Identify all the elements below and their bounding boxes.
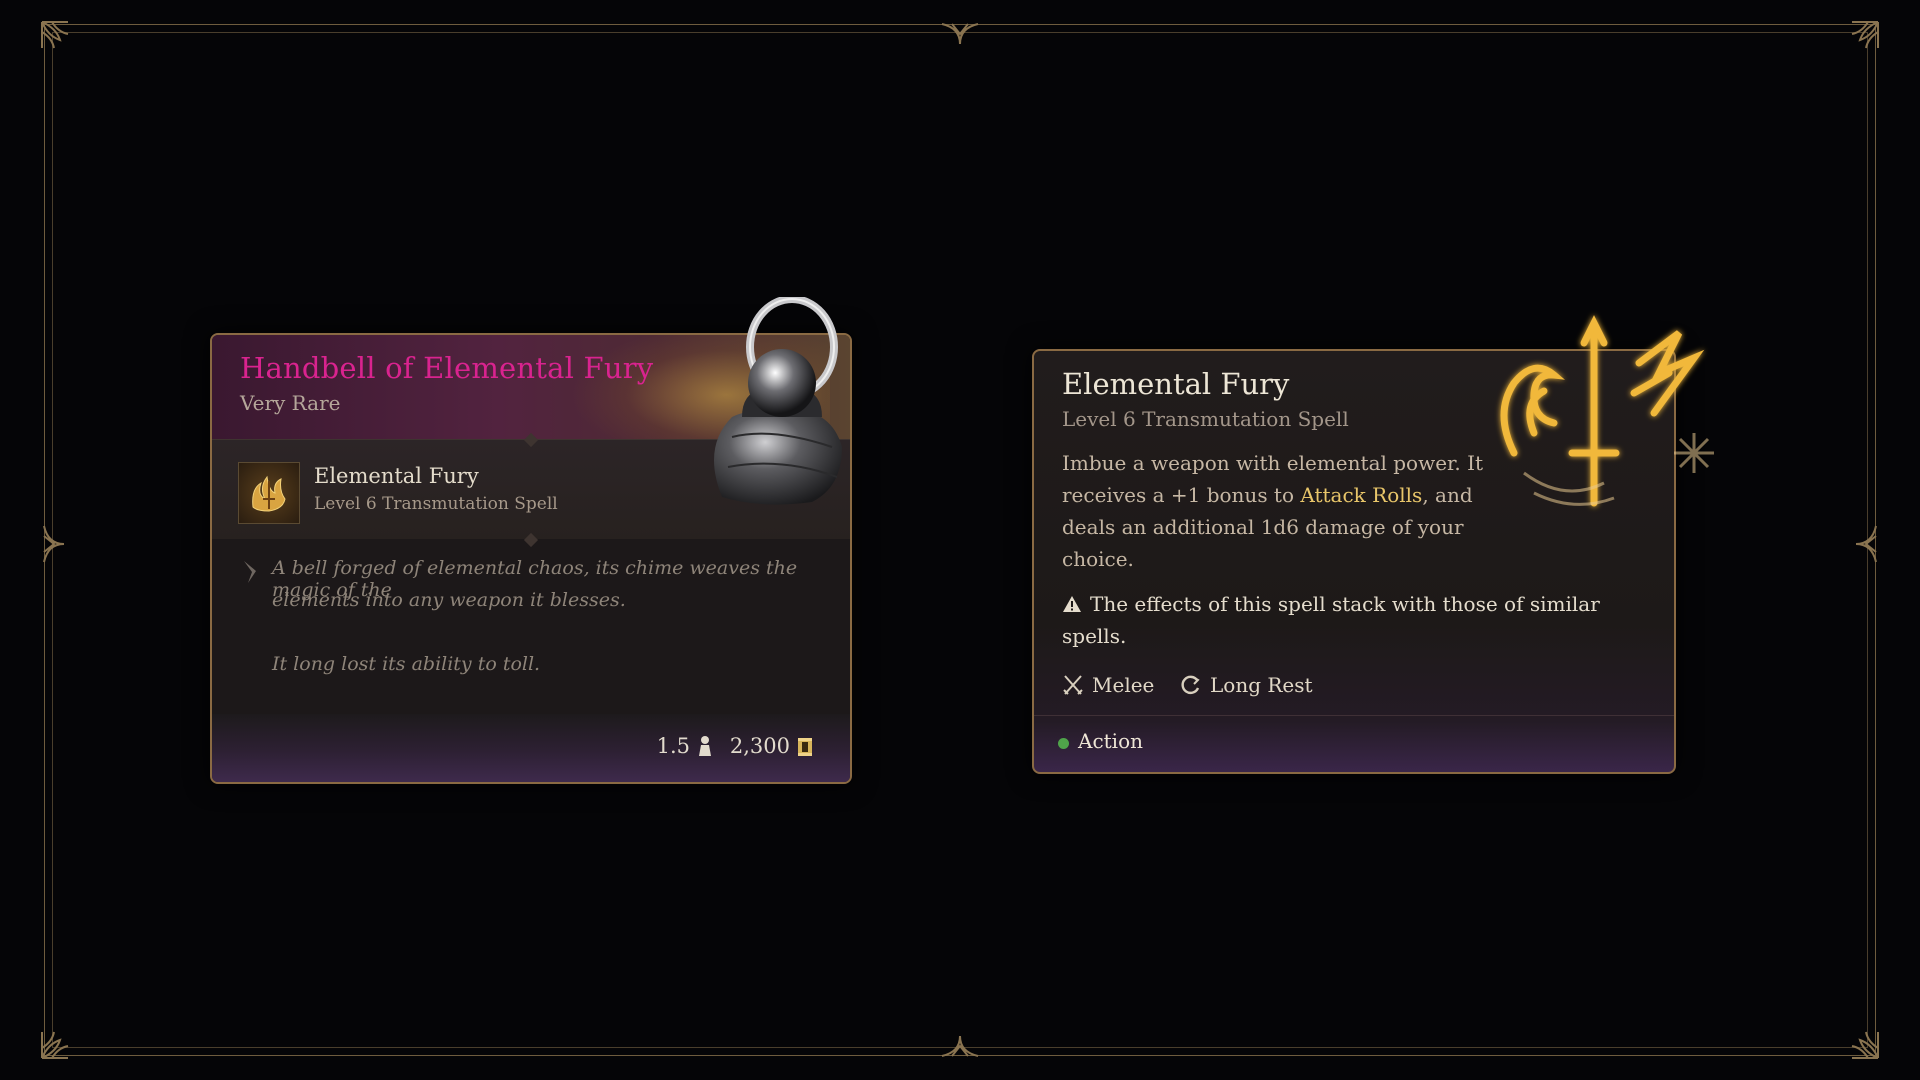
stacking-warning-text: The effects of this spell stack with tho… [1090, 592, 1600, 616]
long-rest-label: Long Rest [1210, 673, 1313, 697]
spell-description-text: receives a +1 bonus to [1062, 483, 1301, 507]
frame-corner-ornament-icon [1826, 18, 1882, 74]
frame-top-ornament-icon [940, 20, 980, 48]
spell-description-text: , and [1422, 483, 1473, 507]
granted-spell-name: Elemental Fury [314, 464, 479, 488]
melee-label: Melee [1092, 673, 1155, 697]
spell-subtitle: Level 6 Transmutation Spell [1062, 407, 1349, 431]
melee-tag: Melee [1062, 673, 1154, 697]
warning-icon [1062, 594, 1082, 612]
stacking-warning: The effects of this spell stack with tho… [1062, 592, 1600, 616]
granted-spell-level: Level 6 Transmutation Spell [314, 494, 558, 514]
spell-cost-footer: Action [1034, 715, 1674, 772]
item-title: Handbell of Elemental Fury [240, 351, 654, 385]
frame-corner-ornament-icon [38, 1006, 94, 1062]
long-rest-icon [1181, 675, 1200, 695]
spell-description-line: Imbue a weapon with elemental power. It [1062, 451, 1484, 475]
quill-icon [240, 559, 260, 585]
attack-rolls-link[interactable]: Attack Rolls [1300, 483, 1422, 507]
handbell-icon [692, 295, 852, 517]
action-cost-label: Action [1078, 729, 1143, 753]
elemental-fury-icon [238, 462, 300, 524]
spell-title: Elemental Fury [1062, 367, 1290, 401]
item-flavor-text: It long lost its ability to toll. [272, 653, 541, 675]
weight-icon [696, 734, 714, 758]
frame-bottom-ornament-icon [940, 1032, 980, 1060]
elemental-fury-spell-art-icon [1484, 303, 1714, 533]
item-description-line: elements into any weapon it blesses. [272, 589, 626, 611]
item-value: 2,300 [729, 734, 790, 758]
item-weight: 1.5 [656, 734, 690, 758]
spell-description-line: deals an additional 1d6 damage of your [1062, 515, 1464, 539]
item-tooltip: Handbell of Elemental Fury Very Rare Ele… [210, 295, 852, 784]
long-rest-tag: Long Rest [1180, 673, 1313, 697]
frame-right-ornament-icon [1852, 524, 1880, 564]
item-footer: 1.5 2,300 [212, 714, 850, 782]
spell-tooltip: Elemental Fury Level 6 Transmutation Spe… [1032, 315, 1714, 774]
crossed-swords-icon [1063, 675, 1083, 695]
frame-left-ornament-icon [40, 524, 68, 564]
item-description: A bell forged of elemental chaos, its ch… [212, 539, 850, 714]
spell-description-line: choice. [1062, 547, 1134, 571]
item-rarity: Very Rare [240, 391, 341, 415]
stacking-warning-text: spells. [1062, 624, 1127, 648]
frame-corner-ornament-icon [38, 18, 94, 74]
frame-corner-ornament-icon [1826, 1006, 1882, 1062]
gold-coin-icon [796, 736, 814, 758]
action-resource-icon [1058, 738, 1069, 749]
spell-description-line: receives a +1 bonus to Attack Rolls, and [1062, 483, 1473, 507]
